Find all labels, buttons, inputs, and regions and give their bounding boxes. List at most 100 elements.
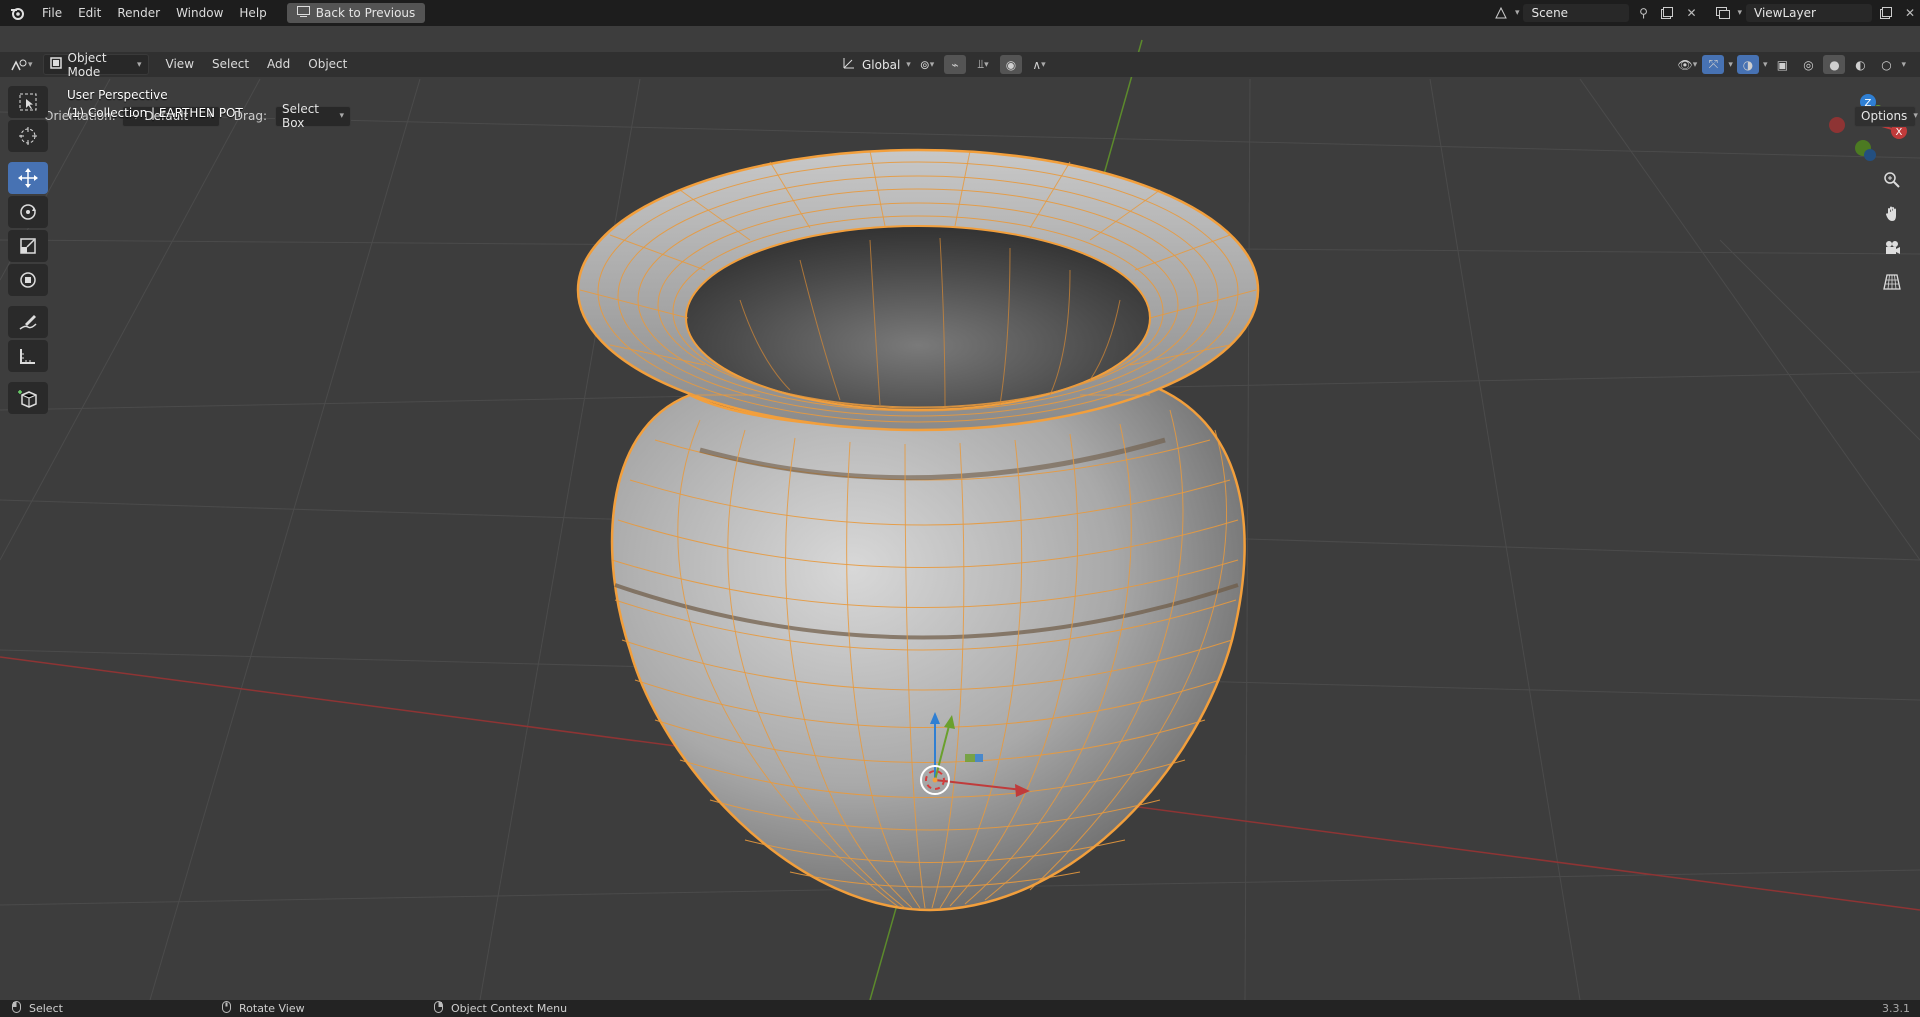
chevron-down-icon: ▾ — [1913, 111, 1918, 121]
status-select-label: Select — [29, 1002, 63, 1015]
chevron-down-icon: ▾ — [1737, 8, 1742, 18]
back-to-previous-button[interactable]: Back to Previous — [286, 3, 426, 23]
menu-object[interactable]: Object — [299, 52, 356, 77]
menu-file[interactable]: File — [34, 0, 70, 26]
shading-material-icon[interactable]: ◐ — [1849, 55, 1871, 74]
editor-type-icon[interactable]: ▾ — [10, 55, 33, 74]
chevron-down-icon: ▾ — [28, 59, 33, 70]
orientation-axes-icon — [842, 56, 856, 73]
chevron-down-icon: ▾ — [1762, 59, 1768, 70]
screen-back-icon — [296, 6, 310, 20]
shading-wireframe-icon[interactable]: ◎ — [1797, 55, 1819, 74]
scale-icon — [20, 238, 36, 254]
status-rotate-view: Rotate View — [222, 1001, 305, 1016]
back-to-previous-label: Back to Previous — [315, 6, 416, 20]
scale-tool[interactable] — [8, 230, 48, 262]
pivot-point-icon[interactable]: ⊚ ▾ — [916, 55, 938, 74]
blender-logo-icon[interactable] — [4, 0, 30, 26]
tool-shelf — [8, 86, 50, 414]
chevron-down-icon: ▾ — [339, 111, 344, 121]
chevron-down-icon: ▾ — [1514, 8, 1520, 18]
viewlayer-selector-icon[interactable] — [1713, 4, 1733, 22]
measure-ruler-icon — [20, 349, 35, 364]
cursor-icon — [19, 127, 37, 145]
cursor-tool[interactable] — [8, 120, 48, 152]
menu-view[interactable]: View — [157, 52, 203, 77]
viewport-header: ▾ Object Mode ▾ View Select Add Object G… — [0, 51, 1920, 79]
drag-dropdown[interactable]: Select Box ▾ — [274, 102, 351, 130]
chevron-down-icon: ▾ — [1728, 59, 1733, 70]
view-name-text: User Perspective — [67, 88, 168, 102]
transform-icon — [20, 272, 36, 288]
menu-select[interactable]: Select — [203, 52, 258, 77]
proportional-editing-icon[interactable]: ◉ — [1000, 55, 1022, 74]
status-rotate-label: Rotate View — [239, 1002, 305, 1015]
transform-tools-group: Global ▾ ⊚ ▾ ⌁ ⫫ ▾ ◉ ∧ ▾ — [836, 55, 1050, 74]
select-box-tool[interactable] — [8, 86, 48, 118]
tool-settings-bar: Orientation: ⤳ Default ▾ Drag: Select Bo… — [0, 102, 1920, 130]
status-bar: Select Rotate View Object Context Menu 3… — [0, 1000, 1920, 1017]
viewlayer-name-field[interactable]: ViewLayer — [1746, 4, 1872, 22]
shading-rendered-icon[interactable]: ○ — [1875, 55, 1897, 74]
new-scene-icon[interactable] — [1657, 4, 1677, 22]
menu-edit[interactable]: Edit — [70, 0, 109, 26]
falloff-curve-icon[interactable]: ∧ ▾ — [1028, 55, 1050, 74]
camera-view-icon[interactable] — [1878, 234, 1906, 262]
annotate-pencil-icon — [19, 315, 37, 330]
scene-viewlayer-group: ▾ Scene ⚲ ✕ ▾ ViewLayer ✕ — [1491, 0, 1920, 26]
measure-tool[interactable] — [8, 340, 48, 372]
viewport-info-overlay: User Perspective (1) Collection | EARTHE… — [67, 86, 243, 122]
annotate-tool[interactable] — [8, 306, 48, 338]
viewlayer-name: ViewLayer — [1754, 6, 1816, 20]
options-label: Options — [1861, 109, 1908, 123]
object-mode-label: Object Mode — [67, 50, 107, 79]
gizmo-toggle-icon[interactable]: ⤧ — [1702, 55, 1725, 74]
drag-value: Select Box — [281, 102, 320, 130]
status-select: Select — [12, 1001, 63, 1016]
transform-tool[interactable] — [8, 264, 48, 296]
3d-viewport[interactable]: Z X — [0, 0, 1920, 1000]
add-cube-icon — [18, 390, 37, 408]
pin-icon[interactable]: ⚲ — [1633, 4, 1653, 22]
menu-window[interactable]: Window — [168, 0, 231, 26]
snap-target-icon[interactable]: ⫫ ▾ — [972, 55, 994, 74]
menu-add[interactable]: Add — [258, 52, 299, 77]
top-menu-bar: File Edit Render Window Help Back to Pre… — [0, 0, 1920, 26]
snap-toggle-icon[interactable]: ⌁ — [944, 55, 966, 74]
rotate-tool[interactable] — [8, 196, 48, 228]
delete-viewlayer-icon[interactable]: ✕ — [1900, 4, 1920, 22]
move-tool[interactable] — [8, 162, 48, 194]
navigation-buttons — [1878, 166, 1906, 296]
scene-name: Scene — [1531, 6, 1569, 20]
select-box-icon — [19, 93, 37, 111]
collection-info-text: (1) Collection | EARTHEN POT — [67, 106, 243, 120]
chevron-down-icon: ▾ — [137, 59, 142, 70]
object-mode-dropdown[interactable]: Object Mode ▾ — [42, 51, 149, 79]
pan-hand-icon[interactable] — [1878, 200, 1906, 228]
new-viewlayer-icon[interactable] — [1876, 4, 1896, 22]
xray-toggle-icon[interactable]: ▣ — [1771, 55, 1793, 74]
mouse-middle-icon — [222, 1001, 231, 1016]
shading-solid-icon[interactable]: ● — [1823, 55, 1846, 74]
delete-scene-icon[interactable]: ✕ — [1681, 4, 1701, 22]
transform-orientation-label: Global — [862, 57, 901, 72]
add-cube-tool[interactable] — [8, 382, 48, 414]
visibility-eye-icon[interactable]: 👁 ▾ — [1676, 55, 1698, 74]
scene-selector-icon[interactable] — [1491, 4, 1511, 22]
viewport-display-tools: 👁 ▾ ⤧ ▾ ◑ ▾ ▣ ◎ ● ◐ ○ ▾ — [1676, 55, 1906, 74]
menu-help[interactable]: Help — [231, 0, 274, 26]
overlays-toggle-icon[interactable]: ◑ — [1736, 55, 1759, 74]
blender-version: 3.3.1 — [1882, 1002, 1910, 1015]
scene-name-field[interactable]: Scene — [1523, 4, 1630, 22]
object-mode-icon — [49, 57, 62, 72]
menu-render[interactable]: Render — [109, 0, 168, 26]
options-dropdown[interactable]: Options ▾ — [1854, 105, 1918, 127]
transform-orientation-dropdown[interactable]: Global ▾ — [836, 55, 911, 74]
rotate-icon — [20, 204, 36, 220]
status-context-menu: Object Context Menu — [434, 1001, 567, 1016]
zoom-icon[interactable] — [1878, 166, 1906, 194]
mouse-left-icon — [12, 1001, 21, 1016]
chevron-down-icon: ▾ — [906, 59, 911, 70]
status-context-label: Object Context Menu — [451, 1002, 568, 1015]
perspective-grid-icon[interactable] — [1878, 268, 1906, 296]
